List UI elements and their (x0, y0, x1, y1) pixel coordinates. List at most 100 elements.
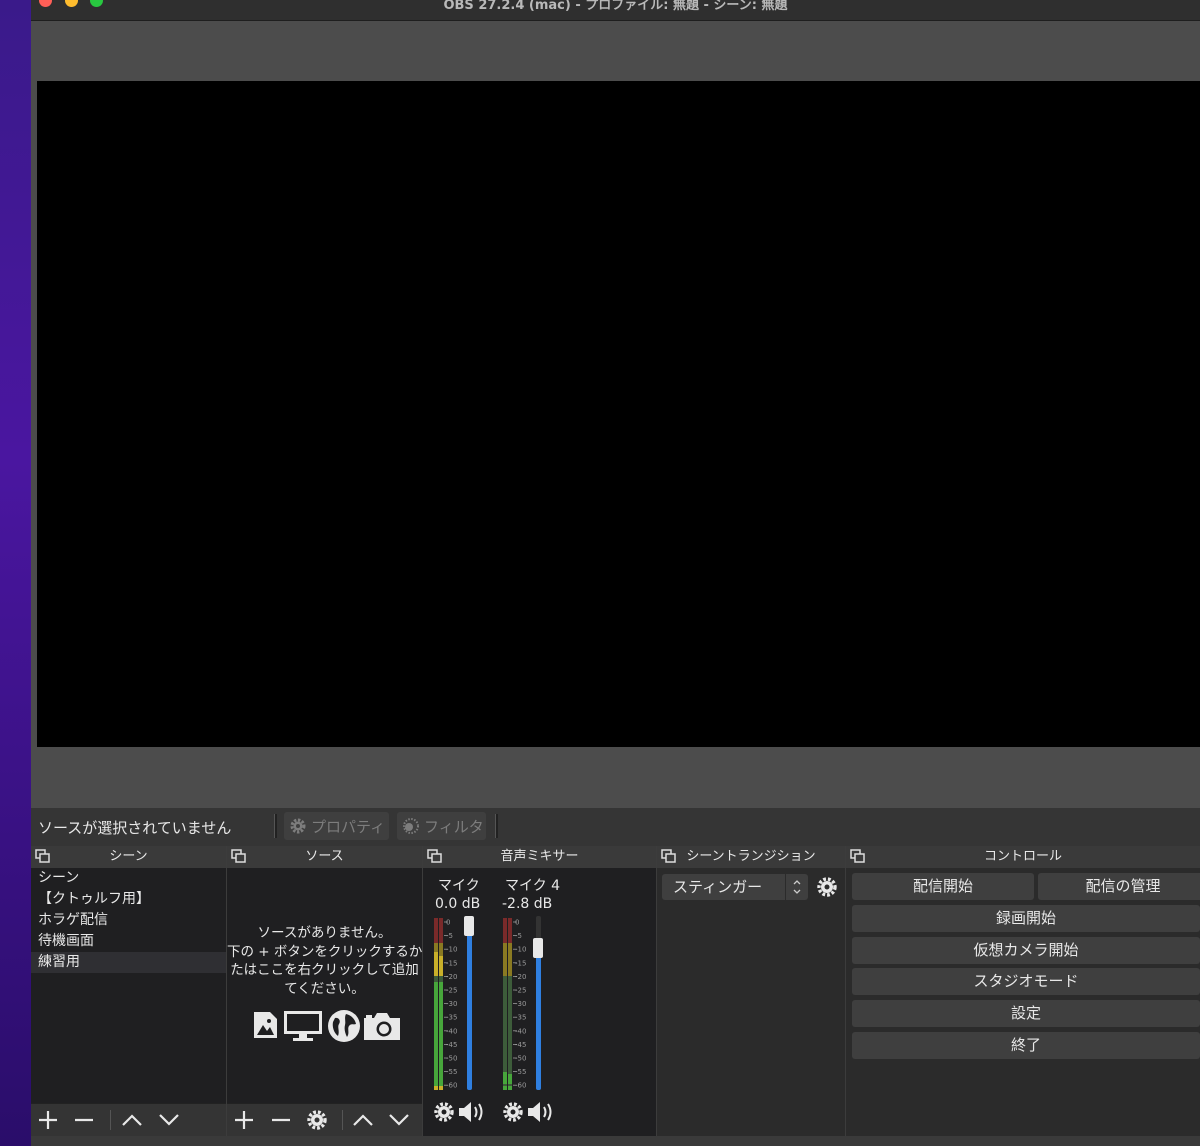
speaker-icon[interactable] (457, 1100, 489, 1124)
source-list[interactable]: ソースがありません。 下の + ボタンをクリックするか、 たはここを右クリックし… (227, 868, 422, 1103)
start-virtual-camera-button[interactable]: 仮想カメラ開始 (852, 937, 1200, 964)
scenes-header: シーン (31, 846, 226, 869)
image-icon (254, 1012, 277, 1038)
undock-icon[interactable] (850, 849, 865, 864)
audio-mixer-dock: 音声ミキサー マイク 0.0 dB 0 -5 -10 -15 -20 -25 -30 -35 -… (423, 846, 656, 1136)
gear-icon[interactable] (500, 1100, 526, 1124)
meter-scale-label: -50 (515, 1055, 526, 1063)
start-streaming-button[interactable]: 配信開始 (852, 873, 1034, 900)
meter-scale-label: -25 (515, 987, 526, 995)
sources-dock: ソース ソースがありません。 下の + ボタンをクリックするか、 たはここを右ク… (227, 846, 422, 1136)
move-up-icon[interactable] (349, 1107, 377, 1133)
channel-name: マイク 4 (505, 878, 561, 894)
preview-area (31, 21, 1200, 808)
meter-scale-label: -45 (515, 1041, 526, 1049)
gear-icon[interactable] (303, 1107, 331, 1133)
transition-selected-value: スティンガー (673, 878, 763, 896)
meter-scale-label: -35 (446, 1014, 457, 1022)
filters-button[interactable]: フィルタ (397, 812, 486, 840)
meter-scale-label: -10 (446, 946, 457, 954)
title-bar: OBS 27.2.4 (mac) - プロファイル: 無題 - シーン: 無題 (31, 0, 1200, 21)
scene-list-item-selected[interactable]: 練習用 (31, 952, 226, 973)
desktop-background (0, 0, 32, 1146)
meter-scale-label: -35 (515, 1014, 526, 1022)
controls-title: コントロール (983, 849, 1062, 864)
move-down-icon[interactable] (385, 1107, 413, 1133)
manage-broadcast-button[interactable]: 配信の管理 (1038, 873, 1200, 900)
mixer-header: 音声ミキサー (423, 846, 656, 869)
source-type-icons (251, 1006, 401, 1042)
transition-select[interactable]: スティンガー (662, 874, 808, 900)
scenes-footer (31, 1103, 226, 1136)
meter-scale-label: 0 (446, 919, 450, 927)
toolbar-divider (274, 814, 277, 838)
meter-scale-label: -40 (446, 1027, 457, 1035)
properties-label: プロパティ (311, 817, 386, 836)
meter-scale-label: -30 (515, 1000, 526, 1008)
obs-window: OBS 27.2.4 (mac) - プロファイル: 無題 - シーン: 無題 … (31, 0, 1200, 1146)
undock-icon[interactable] (35, 849, 50, 864)
empty-message-line: 下の + ボタンをクリックするか、 (227, 943, 422, 960)
scene-list-item[interactable]: ホラゲ配信 (31, 910, 226, 931)
exit-button[interactable]: 終了 (852, 1032, 1200, 1059)
meter-scale-label: -5 (515, 932, 522, 940)
volume-slider-track[interactable] (467, 916, 472, 1090)
meter-scale-label: -15 (446, 959, 457, 967)
meter-scale-label: -30 (446, 1000, 457, 1008)
meter-scale-label: -55 (446, 1068, 457, 1076)
settings-button[interactable]: 設定 (852, 1000, 1200, 1027)
meter-scale-label: -60 (446, 1082, 457, 1090)
meter-scale-label: -10 (515, 946, 526, 954)
source-toolbar: ソースが選択されていません プロパティ フィルタ (31, 808, 1200, 846)
display-capture-icon (284, 1011, 322, 1041)
meter-scale: 0 -5 -10 -15 -20 -25 -30 -35 -40 -45 -50 -55 -60 (444, 919, 457, 1090)
mixer-title: 音声ミキサー (500, 849, 579, 864)
preview-canvas[interactable] (37, 81, 1200, 747)
filter-icon (403, 818, 419, 834)
scenes-dock: シーン シーン 【クトゥルフ用】 ホラゲ配信 待機画面 練習用 (31, 846, 226, 1136)
meter-scale-label: -25 (446, 987, 457, 995)
studio-mode-button[interactable]: スタジオモード (852, 968, 1200, 995)
move-down-icon[interactable] (155, 1107, 183, 1133)
gear-icon[interactable] (431, 1100, 457, 1124)
empty-message-line: たはここを右クリックして追加 (230, 962, 419, 978)
remove-icon[interactable] (70, 1107, 98, 1133)
start-recording-button[interactable]: 録画開始 (852, 905, 1200, 932)
sources-header: ソース (227, 846, 422, 869)
scenes-title: シーン (109, 849, 148, 864)
transitions-title: シーントランジション (686, 849, 816, 864)
volume-slider-handle[interactable] (533, 938, 543, 958)
scene-list: シーン 【クトゥルフ用】 ホラゲ配信 待機画面 練習用 (31, 868, 226, 1103)
transitions-header: シーントランジション (657, 846, 845, 869)
undock-icon[interactable] (427, 849, 442, 864)
gear-icon[interactable] (814, 874, 840, 900)
volume-slider-handle[interactable] (464, 916, 474, 936)
add-icon[interactable] (230, 1107, 258, 1133)
sources-footer (227, 1103, 422, 1136)
volume-slider-fill (467, 926, 472, 1090)
meter-scale-label: -55 (515, 1068, 526, 1076)
select-arrows-icon (785, 874, 808, 900)
meter-scale-label: -40 (515, 1027, 526, 1035)
undock-icon[interactable] (661, 849, 676, 864)
status-bar (31, 1136, 1200, 1146)
remove-icon[interactable] (267, 1107, 295, 1133)
add-icon[interactable] (34, 1107, 62, 1133)
undock-icon[interactable] (231, 849, 246, 864)
speaker-icon[interactable] (526, 1100, 558, 1124)
filters-label: フィルタ (424, 817, 484, 836)
footer-divider (342, 1110, 343, 1130)
footer-divider (110, 1110, 111, 1130)
volume-slider-fill (536, 948, 541, 1090)
scene-list-item[interactable]: 待機画面 (31, 931, 226, 952)
empty-sources-message: ソースがありません。 下の + ボタンをクリックするか、 たはここを右クリックし… (227, 924, 422, 998)
meter-scale-label: -20 (446, 973, 457, 981)
move-up-icon[interactable] (118, 1107, 146, 1133)
empty-message-line: ソースがありません。 (257, 925, 392, 941)
sources-title: ソース (305, 849, 344, 864)
scene-list-item[interactable]: 【クトゥルフ用】 (31, 889, 226, 910)
meter-scale-label: -45 (446, 1041, 457, 1049)
scene-list-item[interactable]: シーン (31, 868, 226, 889)
properties-button[interactable]: プロパティ (284, 812, 389, 840)
meter-scale-label: -5 (446, 932, 453, 940)
